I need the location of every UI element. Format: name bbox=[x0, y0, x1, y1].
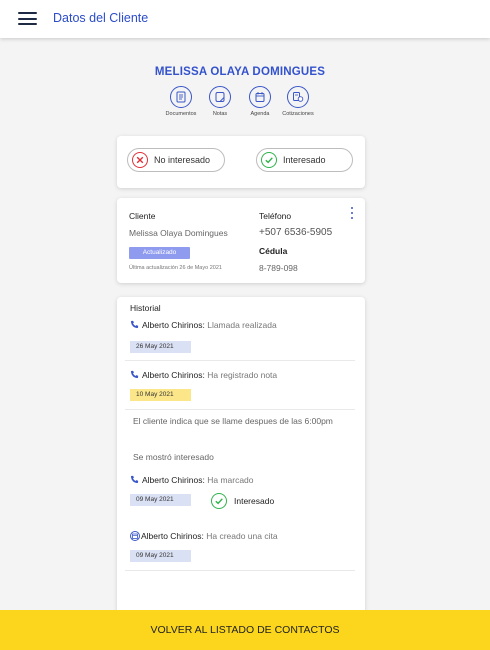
id-label: Cédula bbox=[259, 246, 288, 256]
history-note: Se mostró interesado bbox=[133, 452, 214, 462]
quote-icon bbox=[287, 86, 309, 108]
history-entry: Alberto Chirinos: Ha creado una cita bbox=[130, 531, 278, 541]
history-action: Ha marcado bbox=[207, 475, 254, 485]
calendar-icon bbox=[130, 531, 140, 541]
date-badge: 26 May 2021 bbox=[130, 341, 191, 353]
phone-icon bbox=[130, 320, 139, 329]
more-options-icon[interactable] bbox=[349, 207, 355, 221]
document-icon bbox=[170, 86, 192, 108]
quotes-button[interactable]: Cotizaciones bbox=[273, 86, 323, 117]
x-circle-icon bbox=[132, 152, 148, 168]
phone-icon bbox=[130, 370, 139, 379]
notes-icon bbox=[209, 86, 231, 108]
interested-label: Interesado bbox=[283, 155, 326, 165]
quotes-label: Cotizaciones bbox=[282, 111, 314, 117]
date-badge: 09 May 2021 bbox=[130, 550, 191, 562]
not-interested-label: No interesado bbox=[154, 155, 211, 165]
history-action: Ha creado una cita bbox=[206, 531, 278, 541]
client-label: Cliente bbox=[129, 211, 156, 221]
page-title: Datos del Cliente bbox=[53, 11, 149, 25]
client-full-name: Melissa Olaya Domingues bbox=[129, 228, 228, 238]
date-badge: 09 May 2021 bbox=[130, 494, 191, 506]
date-badge: 10 May 2021 bbox=[130, 389, 191, 401]
divider bbox=[125, 360, 355, 361]
history-entry: Alberto Chirinos: Ha marcado bbox=[130, 475, 254, 485]
history-action: Ha registrado nota bbox=[207, 370, 278, 380]
history-note: El cliente indica que se llame despues d… bbox=[133, 416, 333, 426]
history-agent: Alberto Chirinos: bbox=[142, 370, 205, 380]
status-badge: Actualizado bbox=[129, 247, 190, 259]
history-card: Historial Alberto Chirinos: Llamada real… bbox=[117, 297, 365, 615]
phone-value: +507 6536-5905 bbox=[259, 227, 333, 238]
history-entry: Alberto Chirinos: Llamada realizada bbox=[130, 320, 277, 330]
history-entry: Alberto Chirinos: Ha registrado nota bbox=[130, 370, 277, 380]
history-agent: Alberto Chirinos: bbox=[142, 475, 205, 485]
interest-status: Interesado bbox=[234, 496, 275, 506]
not-interested-button[interactable]: No interesado bbox=[127, 148, 225, 172]
hamburger-menu-icon[interactable] bbox=[18, 12, 37, 25]
interested-button[interactable]: Interesado bbox=[256, 148, 353, 172]
history-title: Historial bbox=[130, 303, 161, 313]
history-action: Llamada realizada bbox=[207, 320, 277, 330]
top-bar: Datos del Cliente bbox=[0, 0, 490, 38]
check-circle-icon bbox=[211, 493, 227, 509]
client-name-heading: MELISSA OLAYA DOMINGUES bbox=[154, 66, 326, 78]
id-value: 8-789-098 bbox=[259, 263, 298, 273]
divider bbox=[125, 409, 355, 410]
calendar-icon bbox=[249, 86, 271, 108]
divider bbox=[125, 570, 355, 571]
check-circle-icon bbox=[261, 152, 277, 168]
phone-icon bbox=[130, 475, 139, 484]
history-agent: Alberto Chirinos: bbox=[142, 320, 205, 330]
client-info-card: Cliente Melissa Olaya Domingues Actualiz… bbox=[117, 198, 365, 283]
back-to-contacts-button[interactable]: VOLVER AL LISTADO DE CONTACTOS bbox=[0, 610, 490, 650]
phone-label: Teléfono bbox=[259, 211, 292, 221]
history-agent: Alberto Chirinos: bbox=[141, 531, 204, 541]
interest-card: No interesado Interesado bbox=[117, 136, 365, 188]
last-update-text: Última actualización 26 de Mayo 2021 bbox=[129, 265, 222, 271]
